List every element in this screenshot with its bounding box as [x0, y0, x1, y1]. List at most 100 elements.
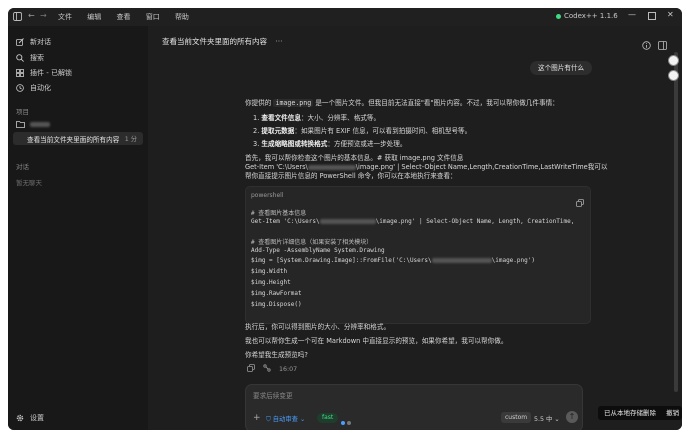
redacted-project-name [30, 121, 50, 127]
copy-message-icon[interactable] [247, 364, 255, 374]
code-line: $img = [System.Drawing.Image]::FromFile(… [251, 257, 535, 264]
settings-button[interactable]: 设置 [16, 412, 44, 424]
code-part: \image.png' | Select-Object Name, Length… [375, 218, 575, 225]
menu-window[interactable]: 窗口 [146, 13, 160, 21]
shield-icon: ⛉ [266, 416, 271, 423]
new-chat-label: 新对话 [30, 38, 51, 46]
review-mode-label: 自动审查 [272, 416, 298, 423]
review-mode-selector[interactable]: ⛉ 自动审查 ⌄ [266, 414, 305, 424]
plugins-button[interactable]: 插件 - 已解锁 [16, 67, 72, 79]
intro-inline-code: image.png [273, 99, 314, 107]
settings-label: 设置 [30, 414, 44, 422]
message-actions: 16:07 [247, 364, 297, 374]
automation-button[interactable]: 自动化 [16, 82, 51, 94]
code-line: Get-Item 'C:\Users\ \image.png' | Select-… [251, 218, 574, 225]
list-num: 3. [253, 140, 260, 148]
list-num: 1. [253, 114, 260, 122]
minimize-icon[interactable]: — [628, 10, 636, 19]
undo-button[interactable]: 撤销 [666, 409, 679, 417]
sidebar: 新对话 搜索 插件 - 已解锁 自动化 项目 查看当前文件夹里面的所有内容 1 … [8, 26, 148, 430]
chats-header: 对话 [16, 163, 29, 171]
menu-help[interactable]: 帮助 [175, 13, 189, 21]
code-block: powershell # 查看图片基本信息 Get-Item 'C:\Users… [245, 186, 591, 324]
page-dot[interactable] [347, 421, 351, 425]
redacted-username [307, 164, 356, 170]
code-part: $img = [System.Drawing.Image]::FromFile(… [251, 257, 432, 264]
list-text: ：方便预览或进一步处理。 [327, 140, 407, 148]
project-folder[interactable] [16, 118, 50, 130]
toast-notification: 已从本地存储删除 撤销 [598, 406, 682, 420]
plugins-label: 插件 - 已解锁 [30, 69, 72, 77]
message-timestamp: 16:07 [279, 365, 298, 373]
menu-file[interactable]: 文件 [58, 13, 72, 21]
list-bold: 生成缩略图或转换格式 [261, 140, 328, 148]
info-icon[interactable] [642, 35, 651, 54]
project-item-selected[interactable]: 查看当前文件夹里面的所有内容 1 分 [13, 132, 143, 145]
response-paragraph: 你希望我生成预览吗? [245, 351, 308, 359]
code-line: $img.RawFormat [251, 290, 302, 297]
sidebar-toggle-icon[interactable] [13, 12, 22, 23]
code-line: $img.Dispose() [251, 301, 302, 308]
project-item-time: 1 分 [124, 136, 137, 143]
intro-prefix: 你提供的 [245, 99, 272, 107]
folder-icon [16, 120, 25, 128]
panel-layout-icon[interactable] [658, 35, 667, 54]
add-attachment-icon[interactable]: + [253, 413, 261, 423]
list-text: ：大小、分辨率、格式等。 [300, 114, 381, 122]
list-item: 2. 提取元数据：如果图片有 EXIF 信息，可以看到拍摄时间、相机型号等。 [253, 127, 471, 136]
effort-label: 中 [546, 416, 553, 423]
menu-bar: 文件 编辑 查看 窗口 帮助 [58, 12, 202, 22]
list-text: ：如果图片有 EXIF 信息，可以看到拍摄时间、相机型号等。 [294, 127, 472, 135]
user-message-bubble: 这个图片有什么 [530, 61, 593, 75]
toggle-switch-top[interactable] [668, 55, 679, 66]
composer-input[interactable]: 要求后续变更 [253, 390, 293, 400]
toggle-switch-bottom[interactable] [668, 70, 679, 81]
projects-header: 项目 [16, 108, 29, 116]
branch-icon[interactable] [263, 364, 271, 374]
app-name: Codex++ [564, 12, 598, 20]
response-paragraph: 首先，我可以帮你检查这个图片的基本信息。# 获取 image.png 文件信息 [245, 154, 464, 162]
project-item-label: 查看当前文件夹里面的所有内容 [27, 136, 120, 144]
plugin-grid-icon [16, 69, 24, 77]
menu-edit[interactable]: 编辑 [87, 13, 101, 21]
page-title: 查看当前文件夹里面的所有内容 [162, 37, 267, 46]
list-num: 2. [253, 127, 260, 135]
send-button[interactable]: ↑ [566, 411, 578, 423]
response-paragraph: 帮你直接提示图片信息的 PowerShell 命令，你可以在本地执行来查看： [245, 172, 457, 180]
back-arrow-icon[interactable]: ← [28, 11, 35, 20]
redacted-username [319, 219, 376, 224]
code-line: $img.Width [251, 268, 288, 275]
code-line: Add-Type -AssemblyName System.Drawing [251, 247, 385, 254]
title-bar: ← → 文件 编辑 查看 窗口 帮助 Codex++ 1.1.6 — ✕ [8, 8, 682, 27]
page-dot-active[interactable] [341, 421, 345, 425]
response-paragraph: 执行后，你可以得到图片的大小、分辨率和格式。 [245, 323, 391, 331]
automation-label: 自动化 [30, 84, 51, 92]
menu-view[interactable]: 查看 [116, 13, 130, 21]
code-language-label: powershell [251, 192, 284, 199]
search-button[interactable]: 搜索 [16, 52, 44, 64]
copy-icon[interactable] [576, 192, 584, 211]
search-label: 搜索 [30, 54, 44, 62]
composer: 要求后续变更 + ⛉ 自动审查 ⌄ fast custom 5.5 中 ⌄ ↑ [245, 384, 583, 430]
code-line: # 查看图片详细信息（如果安装了相关模块） [251, 239, 373, 246]
new-chat-button[interactable]: 新对话 [16, 36, 51, 48]
conversation-title-bar: 查看当前文件夹里面的所有内容 ··· [162, 36, 283, 47]
chevron-down-icon: ⌄ [299, 416, 306, 423]
forward-arrow-icon[interactable]: → [40, 11, 47, 20]
edit-icon [16, 38, 24, 46]
list-item: 3. 生成缩略图或转换格式：方便预览或进一步处理。 [253, 140, 406, 149]
response-intro: 你提供的 image.png 是一个图片文件。但我目前无法直接"看"图片内容。不… [245, 99, 559, 108]
code-part: Get-Item 'C:\Users\ [251, 218, 320, 225]
model-selector[interactable]: 5.5 中 ⌄ [534, 414, 560, 423]
p2-line2-suffix: \image.png' | Select-Object Name,Length,… [355, 163, 608, 171]
close-icon[interactable]: ✕ [667, 10, 674, 19]
redacted-username [431, 258, 492, 263]
code-line: $img.Height [251, 279, 291, 286]
scrollbar-track[interactable] [674, 52, 678, 392]
list-bold: 提取元数据 [261, 127, 295, 135]
app-version-label: Codex++ 1.1.6 [556, 12, 618, 20]
maximize-icon[interactable] [648, 12, 656, 22]
fast-badge[interactable]: fast [317, 413, 339, 423]
custom-badge[interactable]: custom [501, 412, 532, 423]
more-options-button[interactable]: ··· [275, 37, 282, 46]
